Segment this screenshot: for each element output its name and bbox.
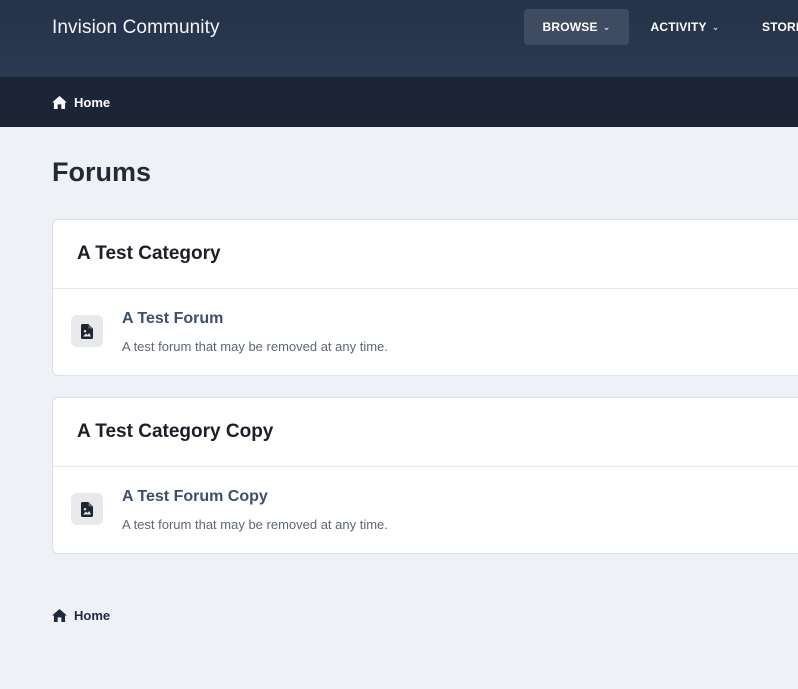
home-icon — [52, 96, 67, 109]
home-icon — [52, 609, 67, 622]
nav-activity-label: ACTIVITY — [650, 20, 707, 34]
breadcrumb-bar — [0, 77, 798, 127]
category-header: A Test Category Copy — [53, 398, 798, 467]
site-header: Invision Community BROWSE ⌄ ACTIVITY ⌄ S… — [0, 0, 798, 77]
breadcrumb-home[interactable]: Home — [52, 95, 110, 110]
site-title[interactable]: Invision Community — [52, 17, 220, 39]
forum-name-link[interactable]: A Test Forum Copy — [122, 488, 268, 506]
page-title: Forums — [52, 157, 152, 187]
nav-activity[interactable]: ACTIVITY ⌄ — [641, 9, 729, 45]
chevron-down-icon: ⌄ — [602, 21, 611, 32]
footer-breadcrumb-home-label: Home — [74, 608, 111, 623]
chevron-down-icon: ⌄ — [711, 21, 720, 32]
nav-browse-label: BROWSE — [542, 20, 598, 34]
category-title[interactable]: A Test Category — [77, 243, 221, 265]
nav-store-label: STORE — [762, 20, 798, 34]
forum-description: A test forum that may be removed at any … — [122, 339, 388, 354]
category-card: A Test Category A Test Forum A test foru… — [52, 219, 798, 376]
footer-breadcrumb-home[interactable]: Home — [52, 608, 110, 623]
category-header: A Test Category — [53, 220, 798, 289]
file-image-icon — [71, 493, 103, 525]
breadcrumb-home-label: Home — [74, 95, 111, 110]
forum-row: A Test Forum A test forum that may be re… — [53, 289, 798, 375]
file-image-icon — [71, 315, 103, 347]
forum-description: A test forum that may be removed at any … — [122, 517, 388, 532]
nav-store[interactable]: STORE — [754, 9, 798, 45]
category-card: A Test Category Copy A Test Forum Copy A… — [52, 397, 798, 554]
category-title[interactable]: A Test Category Copy — [77, 421, 273, 443]
nav-browse[interactable]: BROWSE ⌄ — [524, 9, 629, 45]
forum-name-link[interactable]: A Test Forum — [122, 310, 223, 328]
forum-row: A Test Forum Copy A test forum that may … — [53, 467, 798, 553]
